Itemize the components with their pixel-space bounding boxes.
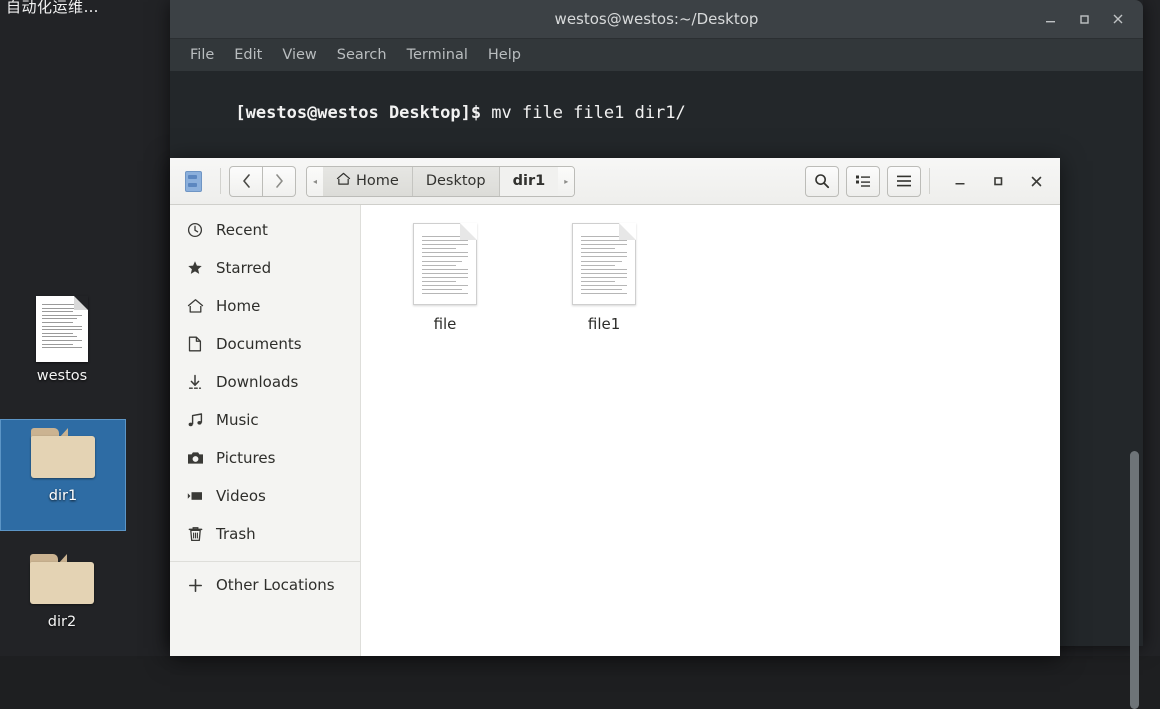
breadcrumb-item-home[interactable]: Home (323, 166, 413, 196)
list-view-button[interactable] (846, 165, 880, 197)
sidebar-item-pictures[interactable]: Pictures (170, 439, 360, 477)
document-icon (36, 296, 88, 362)
sidebar-divider (170, 561, 360, 562)
file-manager-sidebar[interactable]: Recent Starred Home Documents Downloads … (170, 205, 361, 656)
terminal-title: westos@westos:~/Desktop (554, 10, 759, 28)
terminal-prompt: [westos@westos Desktop]$ (235, 103, 492, 123)
terminal-command: mv file file1 dir1/ (491, 103, 686, 123)
sidebar-item-label: Pictures (216, 449, 276, 467)
search-button[interactable] (805, 165, 839, 197)
toolbar-divider (220, 168, 221, 194)
menu-terminal[interactable]: Terminal (399, 45, 476, 65)
desktop-icon-westos[interactable]: westos (0, 296, 124, 400)
file-name-label: file (433, 315, 457, 333)
desktop-icon-label: westos (36, 368, 88, 384)
sidebar-item-label: Other Locations (216, 576, 335, 594)
back-button[interactable] (229, 165, 263, 197)
desktop-top-label: 自动化运维… (6, 0, 100, 16)
sidebar-item-documents[interactable]: Documents (170, 325, 360, 363)
home-icon (186, 298, 204, 314)
terminal-line: [westos@westos Desktop]$ mv file file1 d… (172, 77, 1143, 149)
desktop-icon-dir2[interactable]: dir2 (0, 546, 124, 656)
camera-icon (186, 451, 204, 465)
desktop-icon-label: dir2 (47, 614, 77, 630)
sidebar-item-label: Trash (216, 525, 256, 543)
sidebar-item-label: Home (216, 297, 261, 315)
music-note-icon (186, 412, 204, 428)
sidebar-item-downloads[interactable]: Downloads (170, 363, 360, 401)
terminal-close-button[interactable] (1101, 0, 1135, 38)
breadcrumb-item-dir1[interactable]: dir1 (499, 166, 559, 196)
sidebar-item-label: Starred (216, 259, 272, 277)
breadcrumb[interactable]: ◂ Home Desktop dir1 ▸ (306, 165, 576, 197)
menu-view[interactable]: View (274, 45, 324, 65)
file-item[interactable]: file (389, 223, 501, 333)
plus-icon (186, 578, 204, 593)
navigation-buttons[interactable] (229, 165, 296, 197)
menu-help[interactable]: Help (480, 45, 529, 65)
terminal-maximize-button[interactable] (1067, 0, 1101, 38)
home-icon (336, 172, 351, 190)
clock-icon (186, 222, 204, 238)
terminal-scrollbar[interactable] (1130, 451, 1139, 709)
forward-button[interactable] (263, 165, 296, 197)
menu-search[interactable]: Search (329, 45, 395, 65)
menu-file[interactable]: File (182, 45, 222, 65)
sidebar-item-starred[interactable]: Starred (170, 249, 360, 287)
breadcrumb-label: Desktop (425, 173, 486, 189)
desktop-icon-dir1[interactable]: dir1 (0, 419, 126, 531)
sidebar-item-home[interactable]: Home (170, 287, 360, 325)
menu-edit[interactable]: Edit (226, 45, 270, 65)
terminal-titlebar[interactable]: westos@westos:~/Desktop (170, 0, 1143, 39)
text-document-icon (413, 223, 477, 305)
sidebar-item-label: Videos (216, 487, 266, 505)
folder-icon (31, 428, 95, 478)
file-manager-body: Recent Starred Home Documents Downloads … (170, 205, 1060, 656)
folder-icon (30, 554, 94, 604)
sidebar-item-videos[interactable]: Videos (170, 477, 360, 515)
file-name-label: file1 (587, 315, 621, 333)
breadcrumb-item-desktop[interactable]: Desktop (412, 166, 500, 196)
trash-icon (186, 526, 204, 542)
terminal-menubar[interactable]: File Edit View Search Terminal Help (170, 39, 1143, 72)
sidebar-item-recent[interactable]: Recent (170, 211, 360, 249)
file-manager-window[interactable]: ◂ Home Desktop dir1 ▸ Recent Starred Hom… (170, 158, 1060, 656)
download-icon (186, 374, 204, 390)
sidebar-item-label: Music (216, 411, 259, 429)
breadcrumb-scroll-left-icon[interactable]: ◂ (307, 166, 323, 196)
document-icon (186, 336, 204, 352)
terminal-scrollbar-thumb[interactable] (1130, 451, 1139, 709)
desktop-icon-label: dir1 (48, 488, 78, 504)
star-icon (186, 260, 204, 276)
file-manager-close-button[interactable] (1020, 166, 1052, 196)
sidebar-item-label: Documents (216, 335, 302, 353)
video-icon (186, 490, 204, 502)
file-item[interactable]: file1 (548, 223, 660, 333)
sidebar-item-other-locations[interactable]: Other Locations (170, 566, 360, 604)
file-manager-maximize-button[interactable] (982, 166, 1014, 196)
text-document-icon (572, 223, 637, 305)
file-cabinet-icon (178, 170, 208, 192)
sidebar-item-label: Downloads (216, 373, 299, 391)
breadcrumb-label: dir1 (512, 173, 546, 189)
sidebar-item-trash[interactable]: Trash (170, 515, 360, 553)
file-manager-toolbar[interactable]: ◂ Home Desktop dir1 ▸ (170, 158, 1060, 205)
sidebar-item-music[interactable]: Music (170, 401, 360, 439)
toolbar-divider (929, 168, 930, 194)
breadcrumb-label: Home (356, 173, 399, 189)
breadcrumb-scroll-right-icon[interactable]: ▸ (558, 166, 575, 196)
main-menu-button[interactable] (887, 165, 921, 197)
file-manager-minimize-button[interactable] (944, 166, 976, 196)
sidebar-item-label: Recent (216, 221, 268, 239)
terminal-minimize-button[interactable] (1033, 0, 1067, 38)
file-list-view[interactable]: file file1 (361, 205, 1060, 656)
